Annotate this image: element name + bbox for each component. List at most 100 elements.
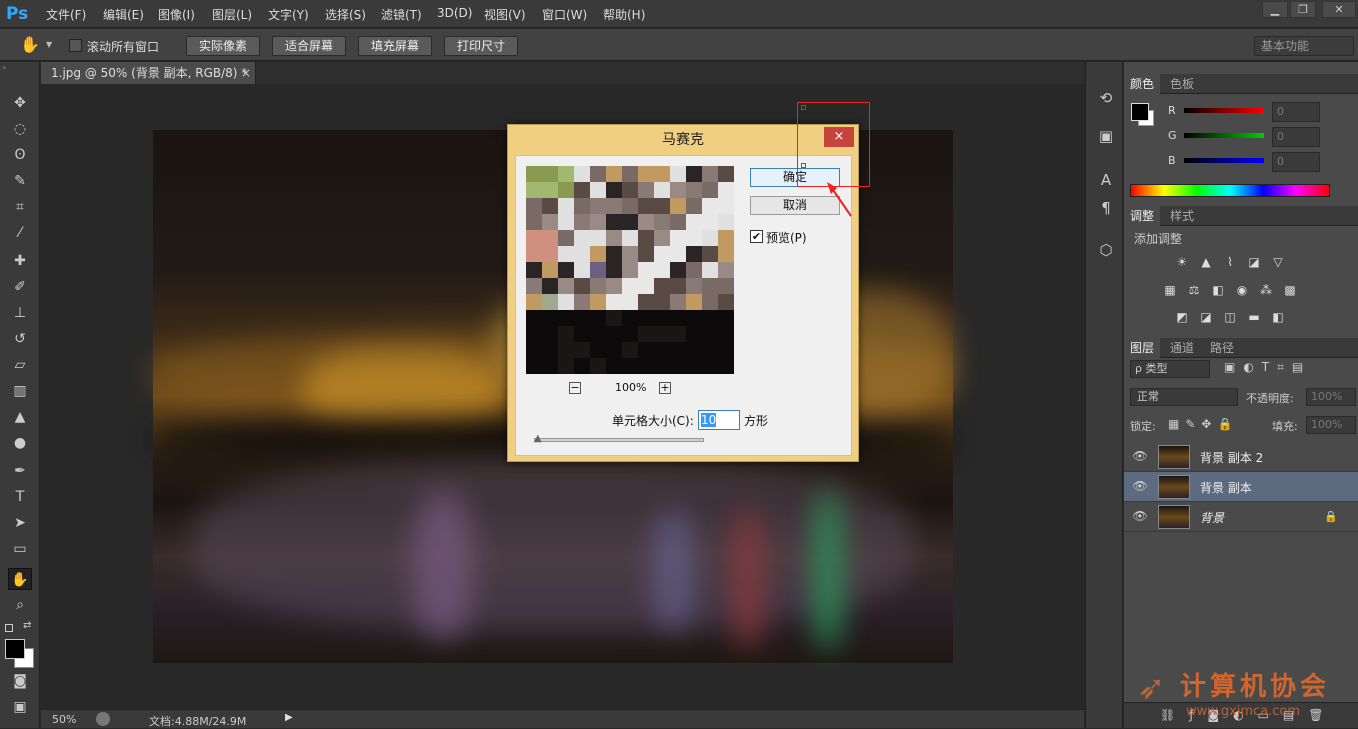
tab-adjustments[interactable]: 调整 [1124, 206, 1161, 226]
healing-brush-tool-icon[interactable]: ✚ [8, 250, 32, 272]
status-menu-arrow-icon[interactable]: ▶ [285, 712, 293, 723]
cell-size-input[interactable]: 10 [698, 410, 740, 430]
pen-tool-icon[interactable]: ✒ [8, 460, 32, 482]
eraser-tool-icon[interactable]: ▱ [8, 354, 32, 376]
selective-color-icon[interactable]: ◧ [1270, 310, 1286, 324]
move-tool-icon[interactable]: ✥ [8, 92, 32, 114]
status-info-icon[interactable] [96, 712, 110, 726]
menu-edit[interactable]: 编辑(E) [103, 6, 144, 23]
b-value[interactable]: 0 [1272, 152, 1320, 172]
zoom-in-button[interactable]: + [659, 382, 671, 394]
curves-icon[interactable]: ⌇ [1222, 255, 1238, 269]
fit-screen-button[interactable]: 适合屏幕 [272, 36, 346, 56]
brightness-icon[interactable]: ☀ [1174, 255, 1190, 269]
fill-input[interactable]: 100% [1306, 416, 1356, 434]
visibility-eye-icon[interactable]: 👁 [1132, 479, 1148, 495]
hand-tool-icon[interactable]: ✋ [20, 35, 40, 54]
blend-mode-select[interactable]: 正常 [1130, 388, 1238, 406]
tab-styles[interactable]: 样式 [1164, 206, 1200, 226]
channel-mixer-icon[interactable]: ⁂ [1258, 283, 1274, 297]
collapse-toolbar-icon[interactable]: » [2, 64, 38, 72]
document-tab[interactable]: 1.jpg @ 50% (背景 副本, RGB/8) * × [41, 62, 256, 84]
r-slider[interactable] [1184, 108, 1264, 113]
fg-color-chip[interactable] [1131, 103, 1149, 121]
close-tab-icon[interactable]: × [241, 62, 251, 84]
zoom-out-button[interactable]: − [569, 382, 581, 394]
eyedropper-tool-icon[interactable]: ⁄ [8, 222, 32, 244]
menu-3d[interactable]: 3D(D) [437, 6, 472, 20]
opacity-input[interactable]: 100% [1306, 388, 1356, 406]
quick-select-tool-icon[interactable]: ✎ [8, 170, 32, 192]
crop-tool-icon[interactable]: ⌗ [8, 196, 32, 218]
exposure-icon[interactable]: ◪ [1246, 255, 1262, 269]
tab-channels[interactable]: 通道 [1164, 338, 1200, 358]
close-window-icon[interactable]: ✕ [1322, 1, 1356, 18]
vibrance-icon[interactable]: ▽ [1270, 255, 1286, 269]
scroll-all-checkbox[interactable] [69, 39, 82, 52]
stamp-tool-icon[interactable]: ⊥ [8, 302, 32, 324]
menu-help[interactable]: 帮助(H) [603, 6, 645, 23]
tab-paths[interactable]: 路径 [1204, 338, 1240, 358]
menu-select[interactable]: 选择(S) [325, 6, 366, 23]
g-value[interactable]: 0 [1272, 127, 1320, 147]
restore-icon[interactable]: ❐ [1290, 1, 1316, 18]
threshold-icon[interactable]: ◫ [1222, 310, 1238, 324]
layer-filter-icons[interactable]: ▣◐T⌗▤ [1220, 360, 1354, 378]
dodge-tool-icon[interactable]: ● [8, 432, 32, 454]
history-panel-icon[interactable]: ⟲ [1096, 88, 1116, 108]
paragraph-panel-icon[interactable]: ¶ [1096, 198, 1116, 218]
hue-saturation-icon[interactable]: ▦ [1162, 283, 1178, 297]
layer-name[interactable]: 背景 副本 2 [1200, 449, 1263, 466]
tool-preset-chevron-icon[interactable]: ▼ [46, 40, 52, 49]
actions-panel-icon[interactable]: ▣ [1096, 126, 1116, 146]
layer-row[interactable]: 👁 背景 副本 [1124, 472, 1358, 502]
rectangle-tool-icon[interactable]: ▭ [8, 538, 32, 560]
layer-filter-kind[interactable]: ρ 类型 [1130, 360, 1210, 378]
default-colors-icon[interactable] [5, 624, 13, 632]
color-spectrum[interactable] [1130, 184, 1330, 197]
layer-row[interactable]: 👁 背景 副本 2 [1124, 442, 1358, 472]
lasso-tool-icon[interactable]: ʘ [8, 144, 32, 166]
path-select-tool-icon[interactable]: ➤ [8, 512, 32, 534]
menu-file[interactable]: 文件(F) [46, 6, 86, 23]
actual-pixels-button[interactable]: 实际像素 [186, 36, 260, 56]
menu-filter[interactable]: 滤镜(T) [381, 6, 422, 23]
tab-swatches[interactable]: 色板 [1164, 74, 1200, 94]
filter-preview[interactable] [526, 166, 734, 374]
menu-layer[interactable]: 图层(L) [212, 6, 252, 23]
menu-window[interactable]: 窗口(W) [542, 6, 587, 23]
layer-row[interactable]: 👁 背景 🔒 [1124, 502, 1358, 532]
visibility-eye-icon[interactable]: 👁 [1132, 449, 1148, 465]
menu-view[interactable]: 视图(V) [484, 6, 526, 23]
color-balance-icon[interactable]: ⚖ [1186, 283, 1202, 297]
layer-name[interactable]: 背景 副本 [1200, 479, 1252, 496]
menu-type[interactable]: 文字(Y) [268, 6, 309, 23]
menu-image[interactable]: 图像(I) [158, 6, 195, 23]
posterize-icon[interactable]: ◪ [1198, 310, 1214, 324]
brush-tool-icon[interactable]: ✐ [8, 276, 32, 298]
3d-panel-icon[interactable]: ⬡ [1096, 240, 1116, 260]
gradient-map-icon[interactable]: ▬ [1246, 310, 1262, 324]
workspace-select[interactable]: 基本功能 [1254, 36, 1354, 56]
visibility-eye-icon[interactable]: 👁 [1132, 509, 1148, 525]
tab-color[interactable]: 颜色 [1124, 74, 1161, 94]
preview-checkbox[interactable]: ✔ [750, 230, 763, 243]
black-white-icon[interactable]: ◧ [1210, 283, 1226, 297]
zoom-tool-icon[interactable]: ⌕ [8, 594, 32, 616]
cell-size-slider[interactable] [534, 438, 704, 442]
color-lookup-icon[interactable]: ▩ [1282, 283, 1298, 297]
g-slider[interactable] [1184, 133, 1264, 138]
invert-icon[interactable]: ◩ [1174, 310, 1190, 324]
history-brush-tool-icon[interactable]: ↺ [8, 328, 32, 350]
fill-screen-button[interactable]: 填充屏幕 [358, 36, 432, 56]
blur-tool-icon[interactable]: ▲ [8, 406, 32, 428]
r-value[interactable]: 0 [1272, 102, 1320, 122]
character-panel-icon[interactable]: A [1096, 170, 1116, 190]
levels-icon[interactable]: ▲ [1198, 255, 1214, 269]
lock-icons[interactable]: ▦✎✥🔒 [1168, 417, 1238, 431]
slider-thumb[interactable]: ▲ [534, 433, 544, 444]
zoom-level[interactable]: 50% [52, 713, 76, 726]
type-tool-icon[interactable]: T [8, 486, 32, 508]
swap-colors-icon[interactable]: ⇄ [23, 620, 31, 631]
tab-layers[interactable]: 图层 [1124, 338, 1161, 358]
